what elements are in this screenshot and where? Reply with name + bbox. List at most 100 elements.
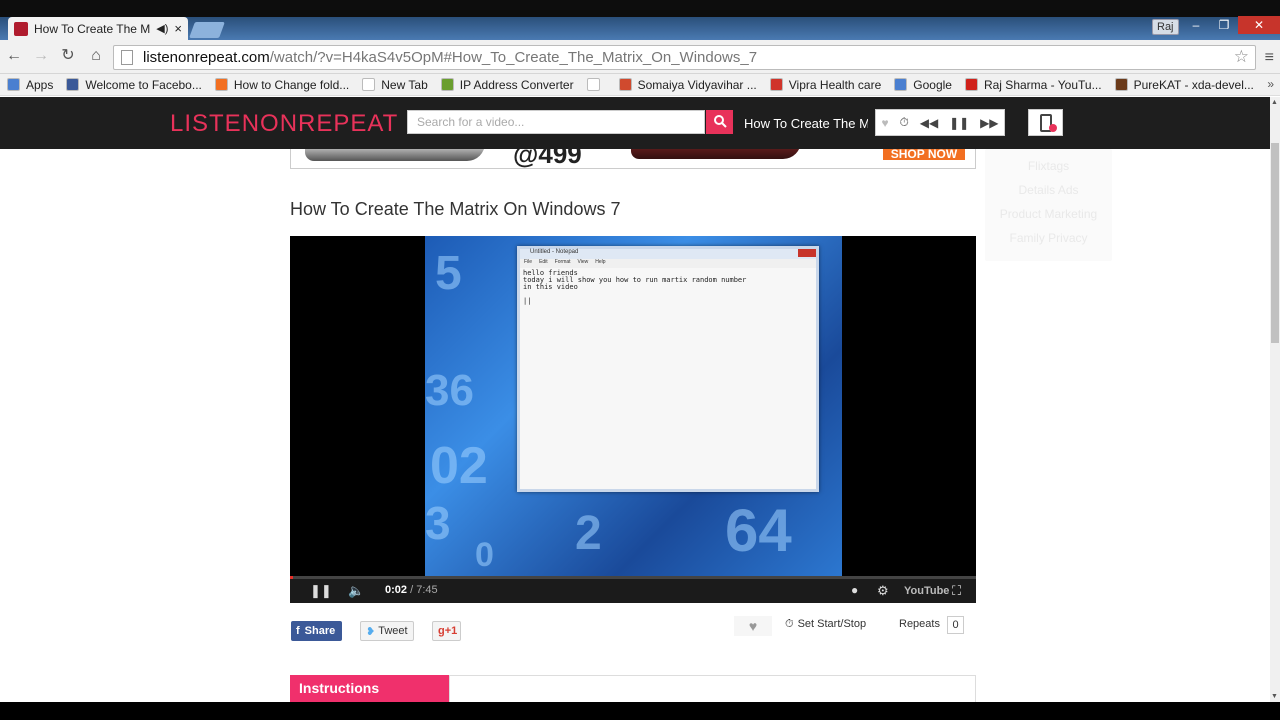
scroll-up-icon[interactable]: ▲ <box>1271 99 1278 106</box>
youtube-logo[interactable]: YouTube <box>904 585 949 597</box>
screen-bottom-bar <box>0 702 1280 720</box>
bookmark-label: New Tab <box>381 77 428 92</box>
tweet-button[interactable]: ❥ Tweet <box>360 621 414 641</box>
notepad-menu: File Edit Format View Help <box>520 259 816 268</box>
bookmark-label: Raj Sharma - YouTu... <box>983 77 1102 92</box>
site-header: LISTENONREPEAT Search for a video... How… <box>0 97 1270 149</box>
google-plus-button[interactable]: g+1 <box>432 621 461 641</box>
notepad-menu-item: Format <box>554 259 571 265</box>
notepad-close-icon <box>798 249 816 257</box>
video-progress-fill <box>290 576 294 579</box>
search-input[interactable]: Search for a video... <box>407 110 705 134</box>
page-scrollbar[interactable]: ▲ ▼ <box>1270 97 1280 702</box>
bookmark-item[interactable]: Apps <box>7 78 53 92</box>
settings-icon[interactable]: ⚙ <box>877 583 889 599</box>
new-tab-button[interactable] <box>189 22 225 38</box>
search-icon[interactable] <box>706 110 733 134</box>
video-time: 0:02 / 7:45 <box>385 584 438 596</box>
side-ad-text: Family Privacy <box>1009 231 1088 245</box>
scroll-down-icon[interactable]: ▼ <box>1271 693 1278 700</box>
reload-icon[interactable]: ↻ <box>58 46 78 66</box>
fast-forward-icon[interactable]: ▶▶ <box>980 116 998 130</box>
page-content: @499 SHOP NOW Flixtags Details Ads Produ… <box>0 149 1270 702</box>
favorite-heart-button[interactable]: ♥ <box>734 616 772 636</box>
notepad-title: Untitled - Notepad <box>520 249 816 259</box>
site-favicon-icon <box>14 21 28 36</box>
notepad-menu-item: File <box>524 259 533 265</box>
instructions-panel-border <box>449 675 976 702</box>
side-ad[interactable]: Flixtags Details Ads Product Marketing F… <box>985 149 1112 261</box>
video-player[interactable]: 5 36 02 3 0 3 64 2 Untitled - Notepad Fi… <box>290 236 976 603</box>
tab-instructions[interactable]: Instructions <box>290 675 449 702</box>
bookmark-item[interactable]: New Tab <box>362 77 428 92</box>
browser-toolbar: ← → ↻ ⌂ listenonrepeat.com/watch/?v=H4ka… <box>0 40 1280 74</box>
fullscreen-icon[interactable]: ⛶ <box>952 583 961 599</box>
pause-icon[interactable]: ❚❚ <box>949 116 969 130</box>
forward-icon[interactable]: → <box>31 46 51 66</box>
bookmark-star-icon[interactable]: ☆ <box>1234 47 1249 67</box>
bookmark-item[interactable]: IP Address Converter <box>440 77 574 92</box>
scrollbar-thumb[interactable] <box>1271 143 1279 343</box>
tab-title: How To Create The M <box>34 21 151 36</box>
share-label: Share <box>304 625 336 637</box>
address-bar[interactable]: listenonrepeat.com/watch/?v=H4kaS4v5OpM#… <box>113 45 1256 70</box>
banner-ad[interactable]: @499 SHOP NOW <box>290 149 976 169</box>
set-start-stop-button[interactable]: ⏱ Set Start/Stop <box>785 618 866 631</box>
back-icon[interactable]: ← <box>4 46 24 66</box>
home-icon[interactable]: ⌂ <box>86 46 106 66</box>
url-path: /watch/?v=H4kaS4v5OpM#How_To_Create_The_… <box>269 49 758 66</box>
bookmark-item[interactable]: Somaiya Vidyavihar ... <box>618 78 757 92</box>
info-icon[interactable]: ● <box>851 583 858 597</box>
bookmark-label: Vipra Health care <box>788 77 882 92</box>
now-playing-title: How To Create The Matrix On Windows 7 <box>744 116 868 131</box>
maximize-button[interactable]: ❐ <box>1210 16 1238 34</box>
bookmark-item[interactable]: Raj Sharma - YouTu... <box>964 77 1102 92</box>
twitter-icon: ❥ <box>366 625 376 638</box>
profile-button[interactable]: Raj <box>1152 19 1179 35</box>
pause-icon[interactable]: ❚❚ <box>310 583 332 599</box>
repeats-label: Repeats <box>899 618 940 630</box>
side-ad-text: Flixtags <box>1027 159 1070 173</box>
repeats-count: 0 <box>947 616 964 634</box>
side-ad-text: Product Marketing <box>999 207 1098 221</box>
timer-icon[interactable]: ⏱ <box>899 115 908 130</box>
video-title: How To Create The Matrix On Windows 7 <box>290 199 621 219</box>
bookmark-item[interactable] <box>586 78 606 91</box>
notepad-text: hello friends today i will show you how … <box>523 269 747 305</box>
notepad-menu-item: Help <box>595 259 606 265</box>
header-player-controls: ♥ ⏱ ◀◀ ❚❚ ▶▶ <box>875 109 1005 136</box>
bookmark-item[interactable]: How to Change fold... <box>214 78 349 92</box>
ad-shop-now-button[interactable]: SHOP NOW <box>883 149 965 161</box>
rewind-icon[interactable]: ◀◀ <box>920 116 938 130</box>
video-progress-bar[interactable] <box>290 576 976 579</box>
browser-tab-strip: How To Create The M ◀) × Raj – ❐ ✕ <box>0 0 1280 40</box>
ad-shoe-image <box>305 149 485 161</box>
chrome-menu-icon[interactable]: ≡ <box>1265 49 1274 67</box>
bookmark-item[interactable]: PureKAT - xda-devel... <box>1114 78 1254 92</box>
ad-price: @499 <box>513 149 582 169</box>
browser-tab[interactable]: How To Create The M ◀) × <box>8 17 188 40</box>
tab-audio-icon[interactable]: ◀) <box>156 22 168 35</box>
bookmarks-bar: Apps Welcome to Facebo... How to Change fo… <box>0 74 1280 96</box>
bookmark-item[interactable]: Vipra Health care <box>769 77 882 92</box>
bookmarks-overflow-icon[interactable]: » <box>1267 77 1274 91</box>
close-window-button[interactable]: ✕ <box>1238 16 1280 34</box>
bookmark-favicon-icon <box>362 78 376 91</box>
bookmark-label: Google <box>913 77 952 92</box>
minimize-button[interactable]: – <box>1182 16 1210 34</box>
site-logo[interactable]: LISTENONREPEAT <box>170 110 398 138</box>
bookmark-item[interactable]: Welcome to Facebo... <box>66 78 202 92</box>
bookmark-favicon-icon <box>586 78 600 91</box>
volume-icon[interactable]: 🔈 <box>348 583 364 599</box>
bookmark-label: Welcome to Facebo... <box>85 77 202 92</box>
bookmark-item[interactable]: Google <box>894 78 952 92</box>
time-current: 0:02 <box>385 584 408 596</box>
bookmark-label: IP Address Converter <box>459 77 574 92</box>
notepad-window: Untitled - Notepad File Edit Format View… <box>517 246 819 492</box>
facebook-share-button[interactable]: f Share <box>291 621 342 641</box>
bookmark-favicon-icon <box>964 78 978 91</box>
heart-icon[interactable]: ♥ <box>881 116 888 130</box>
tab-close-icon[interactable]: × <box>174 21 182 36</box>
mobile-device-button[interactable] <box>1028 109 1063 136</box>
bookmark-favicon-icon <box>894 78 908 91</box>
